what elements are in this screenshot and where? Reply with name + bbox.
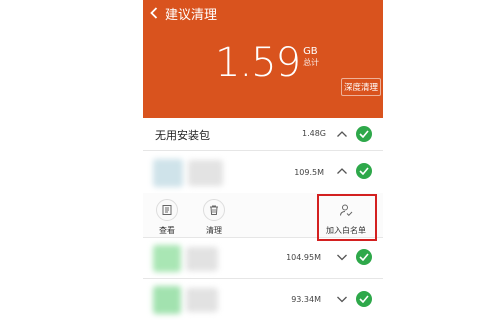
chevron-up-icon[interactable]: [336, 166, 348, 176]
item-checkbox[interactable]: [356, 163, 372, 179]
document-icon: [162, 205, 172, 215]
section-checkbox[interactable]: [356, 126, 372, 142]
section-size: 1.48G: [301, 129, 326, 138]
back-button[interactable]: 建议清理: [150, 3, 217, 23]
check-icon: [359, 295, 369, 303]
total-size-caption: 总计: [303, 58, 320, 67]
app-name-blurred: [186, 288, 218, 312]
item-size: 93.34M: [291, 295, 321, 304]
clean-button[interactable]: 清理: [203, 199, 225, 236]
app-icon-blurred: [153, 245, 181, 272]
check-icon: [359, 167, 369, 175]
annotation-highlight-box: [317, 194, 377, 241]
chevron-down-icon[interactable]: [336, 252, 348, 262]
app-icon-blurred: [153, 159, 183, 187]
app-name-blurred: [188, 160, 223, 186]
list-item[interactable]: 93.34M: [143, 279, 383, 320]
chevron-left-icon: [150, 7, 158, 19]
section-title: 无用安装包: [155, 129, 210, 142]
item-checkbox[interactable]: [356, 249, 372, 265]
summary-header: 建议清理 1.59 GB 总计 深度清理: [143, 0, 383, 118]
deep-clean-button[interactable]: 深度清理: [341, 78, 381, 96]
total-size-display: 1.59 GB 总计: [215, 40, 319, 86]
clean-label: 清理: [206, 226, 222, 235]
trash-icon: [210, 205, 218, 215]
app-name-blurred: [186, 247, 218, 271]
phone-screen: 建议清理 1.59 GB 总计 深度清理 无用安装包 1.48G 109.5M: [143, 0, 383, 320]
page-title: 建议清理: [165, 7, 218, 23]
total-size-unit: GB: [303, 46, 318, 57]
view-label: 查看: [159, 226, 175, 235]
item-size: 109.5M: [294, 168, 324, 177]
item-size: 104.95M: [286, 253, 321, 262]
total-size-value: 1.59: [215, 40, 301, 86]
list-item[interactable]: 109.5M: [143, 151, 383, 193]
app-icon-blurred: [153, 286, 181, 314]
list-item[interactable]: 104.95M: [143, 238, 383, 278]
check-icon: [359, 130, 369, 138]
chevron-down-icon[interactable]: [336, 294, 348, 304]
section-row-unused-packages[interactable]: 无用安装包 1.48G: [143, 118, 383, 150]
check-icon: [359, 253, 369, 261]
item-checkbox[interactable]: [356, 291, 372, 307]
view-button[interactable]: 查看: [156, 199, 178, 236]
chevron-up-icon[interactable]: [336, 129, 348, 139]
